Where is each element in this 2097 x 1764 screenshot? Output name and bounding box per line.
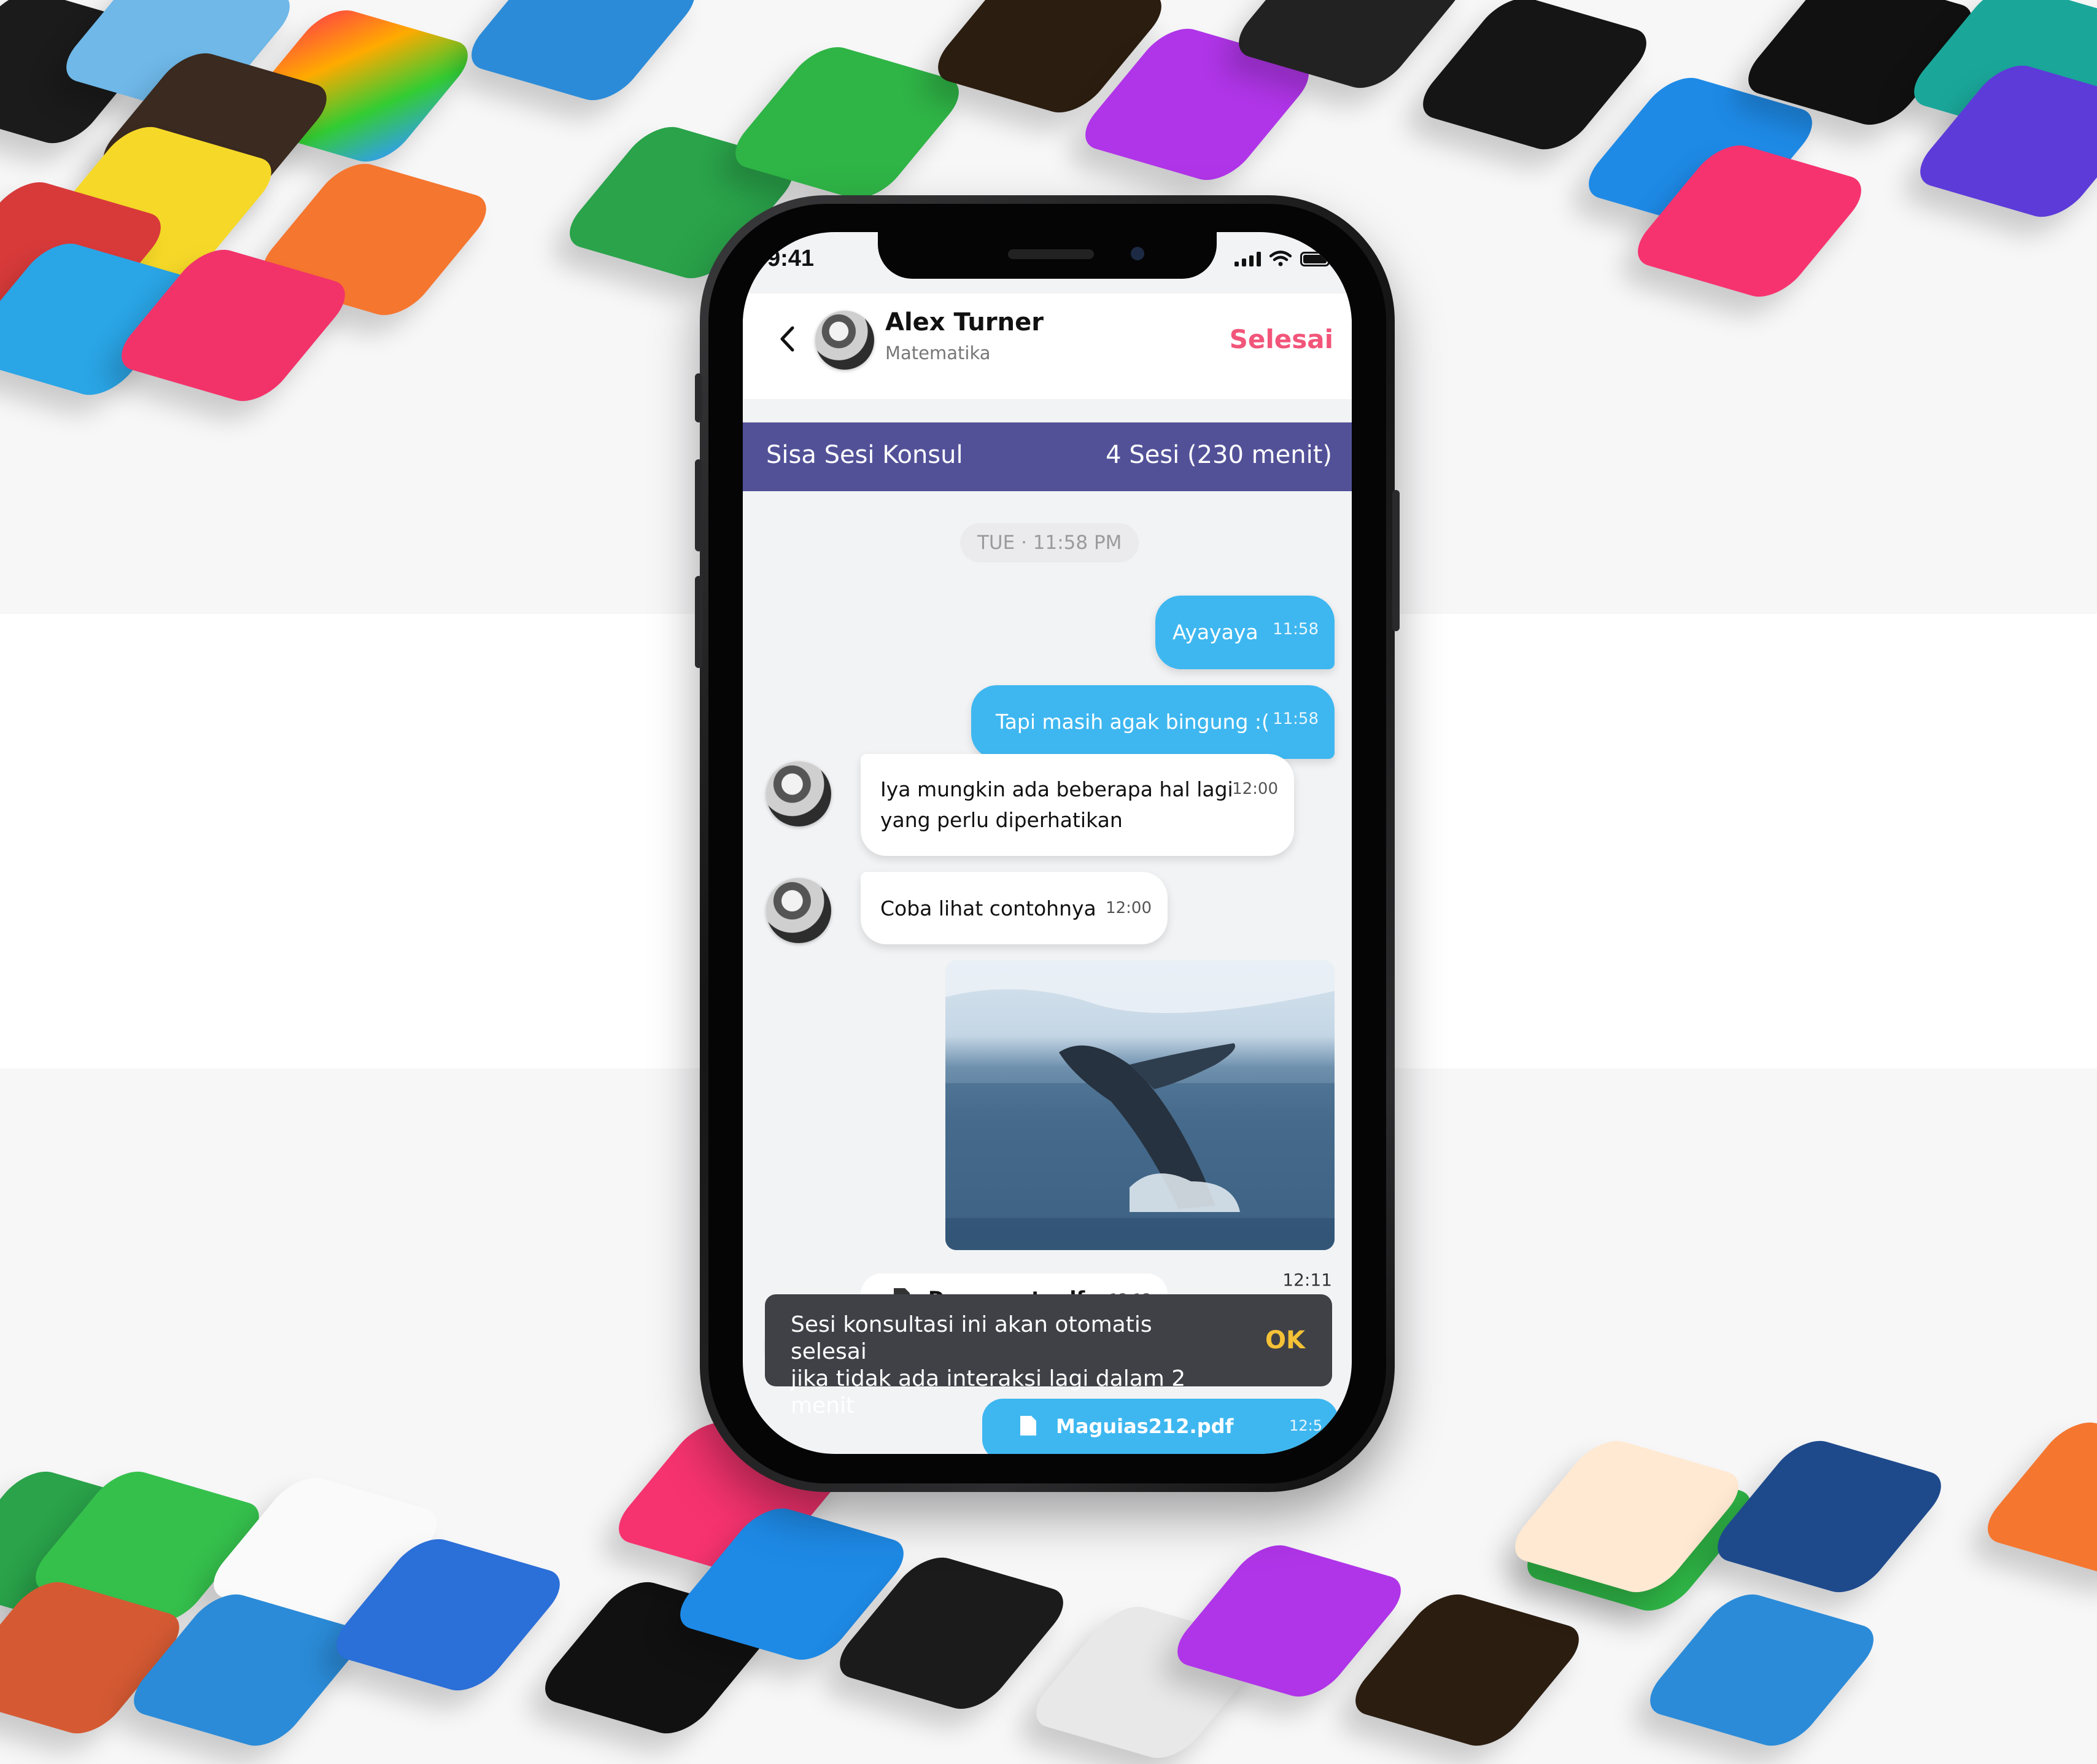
date-separator: TUE · 11:58 PM <box>960 523 1139 562</box>
message-text: Coba lihat contohnya <box>880 896 1096 920</box>
volume-up-button <box>695 459 702 551</box>
message-time: 12:00 <box>1106 899 1152 917</box>
session-remaining-label: Sisa Sesi Konsul <box>766 441 963 469</box>
contact-avatar[interactable] <box>815 311 874 370</box>
signal-icon <box>1235 251 1261 266</box>
snackbar-line: jika tidak ada interaksi lagi dalam 2 me… <box>791 1366 1186 1418</box>
session-remaining-bar: Sisa Sesi Konsul 4 Sesi (230 menit) <box>743 422 1352 491</box>
app-tile-icon <box>457 0 709 107</box>
sender-avatar[interactable] <box>766 878 831 943</box>
volume-down-button <box>695 576 702 668</box>
status-time: 9:41 <box>767 246 815 271</box>
contact-name: Alex Turner <box>885 308 1044 336</box>
speaker-grille <box>1008 249 1094 259</box>
chevron-left-icon <box>780 326 794 352</box>
message-time: 11:58 <box>1273 620 1319 639</box>
phone-frame: 9:41 Alex Turner Matematika Selesai Sisa… <box>695 195 1400 1492</box>
power-button <box>1392 490 1400 631</box>
notch <box>878 232 1217 279</box>
image-message[interactable] <box>945 960 1335 1250</box>
chat-header: Alex Turner Matematika Selesai <box>743 293 1352 399</box>
message-text: Ayayaya <box>1173 620 1258 644</box>
app-screen: 9:41 Alex Turner Matematika Selesai Sisa… <box>743 232 1352 1454</box>
sender-avatar[interactable] <box>766 761 831 826</box>
back-button[interactable] <box>775 321 799 357</box>
message-time: 12:5 <box>1289 1417 1322 1434</box>
snackbar-line: Sesi konsultasi ini akan otomatis selesa… <box>791 1312 1152 1364</box>
message-time: 11:58 <box>1273 710 1319 728</box>
mute-switch <box>695 373 702 422</box>
wifi-icon <box>1269 251 1292 266</box>
message-bubble-incoming[interactable]: Coba lihat contohnya 12:00 <box>861 872 1168 944</box>
message-time: 12:00 <box>1232 780 1278 798</box>
message-bubble-outgoing[interactable]: Ayayaya 11:58 <box>1155 596 1335 669</box>
app-tile-icon <box>1704 1434 1955 1599</box>
end-session-button[interactable]: Selesai <box>1230 324 1333 354</box>
app-tile-icon <box>1974 1416 2097 1580</box>
front-camera <box>1131 247 1144 260</box>
whale-image <box>945 960 1335 1250</box>
message-bubble-outgoing[interactable]: Tapi masih agak bingung :( 11:58 <box>971 685 1335 759</box>
message-text-line: yang perlu diperhatikan <box>880 808 1123 832</box>
battery-icon <box>1300 252 1330 266</box>
app-tile-icon <box>1636 1588 1888 1752</box>
message-text: Tapi masih agak bingung :( <box>996 710 1269 734</box>
session-remaining-value: 4 Sesi (230 menit) <box>1106 441 1332 469</box>
status-icons <box>1235 251 1330 266</box>
snackbar-message: Sesi konsultasi ini akan otomatis selesa… <box>791 1311 1233 1420</box>
auto-end-snackbar: Sesi konsultasi ini akan otomatis selesa… <box>765 1294 1332 1418</box>
message-text-line: Iya mungkin ada beberapa hal lagi <box>880 777 1233 801</box>
snackbar-ok-button[interactable]: OK <box>1265 1326 1305 1354</box>
message-bubble-incoming[interactable]: Iya mungkin ada beberapa hal lagi yang p… <box>861 754 1294 856</box>
message-time: 12:11 <box>1282 1270 1332 1290</box>
contact-subject: Matematika <box>885 343 991 363</box>
